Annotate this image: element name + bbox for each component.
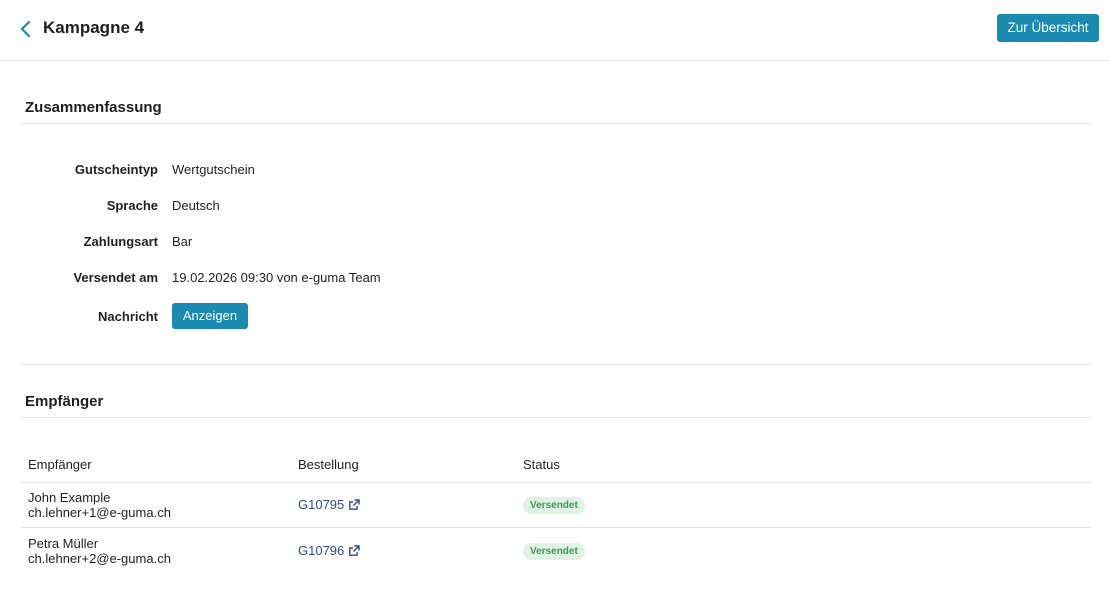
summary-section-title: Zusammenfassung (25, 99, 162, 116)
top-bar: Kampagne 4 Zur Übersicht (0, 0, 1109, 61)
language-label: Sprache (106, 198, 158, 213)
status-badge: Versendet (523, 497, 585, 514)
order-number: G10796 (298, 543, 345, 558)
language-value: Deutsch (172, 198, 220, 213)
recipient-name: Petra Müller (28, 536, 99, 551)
order-number: G10795 (298, 497, 345, 512)
page-title: Kampagne 4 (43, 18, 145, 37)
status-badge: Versendet (523, 543, 585, 560)
chevron-left-icon (20, 20, 31, 38)
summary-divider (21, 123, 1091, 124)
column-header-recipient: Empfänger (28, 457, 92, 472)
recipient-name: John Example (28, 490, 111, 505)
external-link-icon (349, 544, 360, 556)
order-link[interactable]: G10796 (298, 543, 360, 558)
recipient-email: ch.lehner+1@e-guma.ch (28, 505, 171, 520)
column-header-status: Status (523, 457, 560, 472)
recipient-email: ch.lehner+2@e-guma.ch (28, 551, 171, 566)
recipients-divider (21, 417, 1091, 418)
payment-method-value: Bar (172, 234, 193, 249)
show-message-button[interactable]: Anzeigen (172, 303, 248, 329)
external-link-icon (349, 498, 360, 510)
row-divider (21, 527, 1091, 528)
voucher-type-value: Wertgutschein (172, 162, 255, 177)
sent-at-label: Versendet am (73, 270, 158, 285)
overview-button[interactable]: Zur Übersicht (997, 14, 1099, 42)
sent-at-value: 19.02.2026 09:30 von e-guma Team (172, 270, 381, 285)
payment-method-label: Zahlungsart (83, 234, 158, 249)
header-row-divider (21, 482, 1091, 483)
order-link[interactable]: G10795 (298, 497, 360, 512)
section-divider (21, 364, 1091, 365)
column-header-order: Bestellung (298, 457, 359, 472)
recipients-section-title: Empfänger (25, 393, 104, 410)
back-button[interactable] (18, 19, 34, 39)
voucher-type-label: Gutscheintyp (74, 162, 158, 177)
message-label: Nachricht (98, 309, 158, 324)
